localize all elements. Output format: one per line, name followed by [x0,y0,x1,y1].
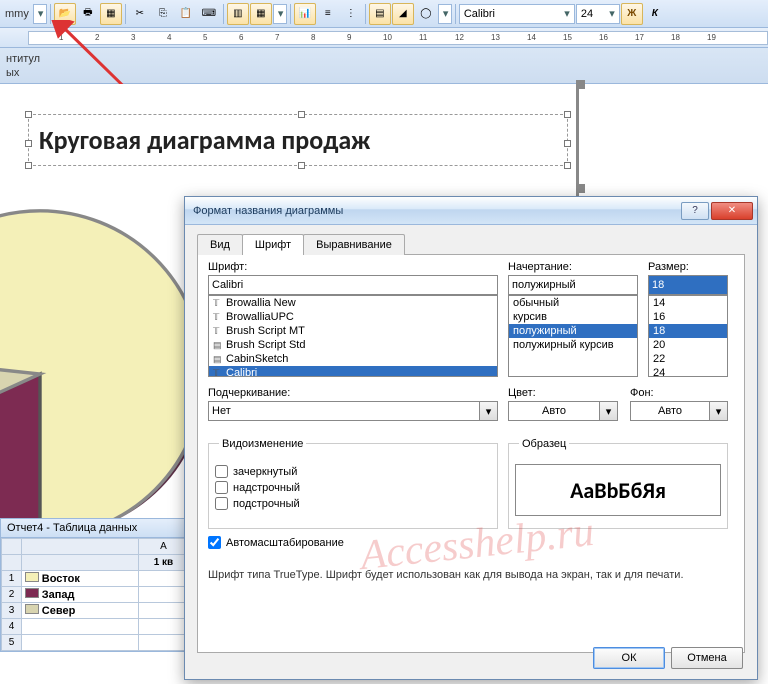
dialog-title: Формат названия диаграммы [193,205,343,217]
print-icon[interactable]: 🖶 [77,3,99,25]
style-listbox[interactable]: обычный курсив полужирный полужирный кур… [508,295,638,377]
font-label: Шрифт: [208,261,498,273]
preview-label: Образец [519,438,569,450]
sub-checkbox[interactable]: подстрочный [215,497,491,510]
table-row: 4 [2,619,189,635]
ok-button[interactable]: ОК [593,647,665,669]
tab-font[interactable]: Шрифт [242,234,304,255]
size-listbox[interactable]: 14 16 18 20 22 24 [648,295,728,377]
style-input[interactable] [508,275,638,295]
autoscale-checkbox[interactable]: Автомасштабирование [208,536,344,549]
list-icon[interactable]: ⋮ [340,3,362,25]
cancel-button[interactable]: Отмена [671,647,743,669]
bg-combo[interactable]: Авто▾ [630,401,728,421]
datasheet-window[interactable]: Отчет4 - Таблица данных A 1 кв 1 Восток … [0,518,190,652]
ruler-band: 12345678910111213141516171819 [0,28,768,48]
table-row: 2 Запад [2,587,189,603]
size-label: Размер: [648,261,728,273]
angle-icon[interactable]: ◢ [392,3,414,25]
font-preview: АаВbБбЯя [515,464,721,516]
chart-icon[interactable]: 📊 [294,3,316,25]
color-combo[interactable]: Авто▾ [508,401,618,421]
folder-open-icon[interactable]: 📂 [54,3,76,25]
format-icon[interactable]: ⌨ [198,3,220,25]
grid-icon[interactable]: ▦ [250,3,272,25]
table-row: 1 Восток [2,571,189,587]
section-line1: нтитул [6,52,762,66]
underline-combo[interactable]: ▾ [208,401,498,421]
horizontal-ruler[interactable]: 12345678910111213141516171819 [28,31,768,45]
bold-button[interactable]: Ж [621,3,643,25]
copy-icon[interactable]: ⎘ [152,3,174,25]
pie-chart[interactable] [0,204,190,524]
font-note: Шрифт типа TrueType. Шрифт будет использ… [208,569,728,581]
underline-label: Подчеркивание: [208,387,498,399]
shape-dropdown[interactable]: ▾ [438,4,452,24]
font-size-combo[interactable]: 24▾ [576,4,620,24]
datasheet-grid[interactable]: A 1 кв 1 Восток 2 Запад 3 Север 4 5 [1,538,189,651]
cut-icon[interactable]: ✂ [129,3,151,25]
italic-button[interactable]: К [644,3,666,25]
font-name-combo[interactable]: Calibri▾ [459,4,575,24]
size-input[interactable] [648,275,728,295]
shape-icon[interactable]: ◯ [415,3,437,25]
paste-icon[interactable]: 📋 [175,3,197,25]
style-label: Начертание: [508,261,638,273]
grid-dropdown[interactable]: ▾ [273,4,287,24]
view-icon[interactable]: ▦ [100,3,122,25]
table-row: 3 Север [2,603,189,619]
text-icon[interactable]: ▤ [369,3,391,25]
color-label: Цвет: [508,387,618,399]
section-strip: нтитул ых [0,48,768,84]
effects-label: Видоизменение [219,438,306,450]
chart-title-box[interactable]: Круговая диаграмма продаж [28,114,568,166]
format-dialog: Формат названия диаграммы ? ✕ Вид Шрифт … [184,196,758,680]
row-icon[interactable]: ≡ [317,3,339,25]
datasheet-title: Отчет4 - Таблица данных [1,519,189,538]
font-name-input[interactable] [208,275,498,295]
menu-dropdown-label[interactable]: mmy [2,8,32,20]
main-toolbar: mmy ▾ 📂 🖶 ▦ ✂ ⎘ 📋 ⌨ ▥ ▦ ▾ 📊 ≡ ⋮ ▤ ◢ ◯ ▾ … [0,0,768,28]
section-line2: ых [6,66,762,80]
strike-checkbox[interactable]: зачеркнутый [215,465,491,478]
chart-title-text[interactable]: Круговая диаграмма продаж [39,124,370,156]
dialog-titlebar[interactable]: Формат названия диаграммы ? ✕ [185,197,757,225]
dialog-tabs: Вид Шрифт Выравнивание [197,233,745,255]
tab-view[interactable]: Вид [197,234,243,255]
table-row: 5 [2,635,189,651]
table-icon[interactable]: ▥ [227,3,249,25]
menu-dropdown-arrow[interactable]: ▾ [33,4,47,24]
font-listbox[interactable]: 𝕋Browallia New 𝕋BrowalliaUPC 𝕋Brush Scri… [208,295,498,377]
bg-label: Фон: [630,387,728,399]
super-checkbox[interactable]: надстрочный [215,481,491,494]
close-button[interactable]: ✕ [711,202,753,220]
tab-align[interactable]: Выравнивание [303,234,405,255]
help-button[interactable]: ? [681,202,709,220]
